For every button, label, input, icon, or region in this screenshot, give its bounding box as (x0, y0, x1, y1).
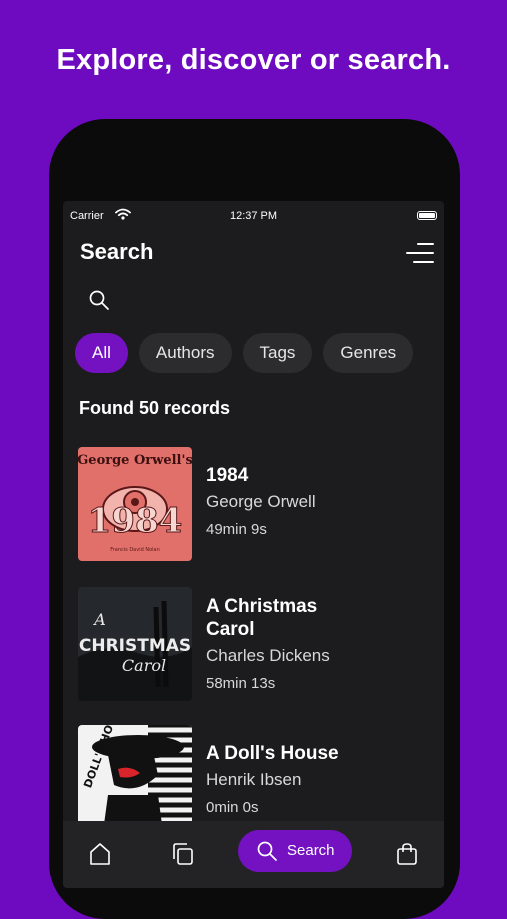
book-duration: 58min 13s (206, 675, 276, 692)
book-title: A Doll's House (206, 743, 339, 764)
menu-icon[interactable] (406, 241, 434, 265)
filter-authors[interactable]: Authors (138, 333, 232, 373)
search-icon (257, 841, 277, 861)
search-icon[interactable] (88, 289, 110, 311)
cover-text: A (92, 610, 106, 629)
filter-all[interactable]: All (75, 333, 128, 373)
filter-chips: All Authors Tags Genres (75, 333, 444, 373)
book-author: George Orwell (206, 492, 316, 511)
filter-genres[interactable]: Genres (323, 333, 414, 373)
book-title: 1984 (206, 465, 249, 486)
cover-text: George Orwell's (78, 453, 192, 468)
status-bar: Carrier 12:37 PM (63, 201, 444, 231)
promo-headline: Explore, discover or search. (56, 44, 451, 76)
book-duration: 0min 0s (206, 799, 259, 816)
results-count: Found 50 records (79, 398, 231, 418)
cover-text: Carol (122, 656, 166, 675)
item-meta: A Christmas Carol Charles Dickens 58min … (206, 595, 366, 692)
cover-text: Francis David Nolan (110, 547, 160, 553)
tab-bar: Search (63, 821, 444, 888)
bag-icon[interactable] (394, 841, 420, 867)
cover-image: George Orwell's 1984 Francis David Nolan (78, 447, 192, 561)
filter-tags[interactable]: Tags (242, 333, 313, 373)
book-author: Charles Dickens (206, 646, 330, 665)
library-icon[interactable] (170, 841, 196, 867)
cover-text: 1984 (88, 501, 183, 541)
app-screen: Carrier 12:37 PM Search All Authors Tags Ge… (63, 201, 444, 888)
book-duration: 49min 9s (206, 521, 267, 538)
cover-text: CHRISTMAS (79, 636, 191, 656)
item-meta: 1984 George Orwell 49min 9s (206, 464, 366, 538)
clock: 12:37 PM (229, 210, 278, 222)
book-author: Henrik Ibsen (206, 770, 302, 789)
tab-search[interactable]: Search (238, 830, 352, 872)
tab-search-label: Search (287, 842, 335, 859)
battery-icon (417, 211, 437, 220)
cover-image: A CHRISTMAS Carol (78, 587, 192, 701)
item-meta: A Doll's House Henrik Ibsen 0min 0s (206, 742, 366, 816)
page-title: Search (80, 239, 154, 264)
home-icon[interactable] (87, 841, 113, 867)
book-title: A Christmas Carol (206, 596, 318, 640)
